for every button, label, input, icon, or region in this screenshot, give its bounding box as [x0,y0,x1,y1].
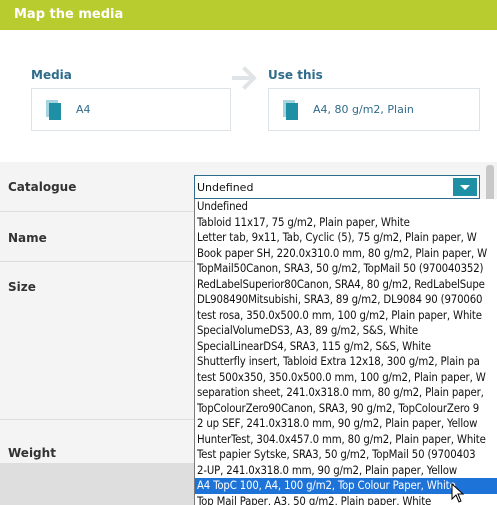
dropdown-option[interactable]: 2-UP, 241.0x318.0 mm, 90 g/m2, Plain pap… [195,463,497,479]
chevron-down-icon [460,185,470,190]
dropdown-option[interactable]: RedLabelSuperior80Canon, SRA4, 80 g/m2, … [195,277,497,293]
arrow-right-icon [232,66,257,90]
dropdown-option[interactable]: Undefined [195,199,497,215]
catalogue-label: Catalogue [8,180,77,194]
document-stack-icon [283,100,299,120]
target-media-box[interactable]: A4, 80 g/m2, Plain [268,88,480,131]
target-media-value: A4, 80 g/m2, Plain [313,103,414,116]
use-this-label: Use this [268,68,323,82]
media-label: Media [31,68,72,82]
dropdown-option[interactable]: SpecialLinearDS4, SRA3, 115 g/m2, S&S, W… [195,339,497,355]
dropdown-option[interactable]: Tabloid 11x17, 75 g/m2, Plain paper, Whi… [195,215,497,231]
dropdown-option[interactable]: Test papier Sytske, SRA3, 50 g/m2, TopMa… [195,447,497,463]
dropdown-option[interactable]: test 500x350, 350.0x500.0 mm, 100 g/m2, … [195,370,497,386]
dropdown-option[interactable]: 2 up SEF, 241.0x318.0 mm, 90 g/m2, Plain… [195,416,497,432]
weight-label: Weight [8,446,56,460]
dropdown-toggle-button[interactable] [453,178,477,196]
dropdown-option[interactable]: TopColourZero90Canon, SRA3, 90 g/m2, Top… [195,401,497,417]
dropdown-option[interactable]: HunterTest, 304.0x457.0 mm, 80 g/m2, Pla… [195,432,497,448]
dropdown-option[interactable]: TopMail50Canon, SRA3, 50 g/m2, TopMail 5… [195,261,497,277]
dropdown-option[interactable]: separation sheet, 241.0x318.0 mm, 80 g/m… [195,385,497,401]
dropdown-option[interactable]: Book paper SH, 220.0x310.0 mm, 80 g/m2, … [195,246,497,262]
dropdown-option[interactable]: Letter tab, 9x11, Tab, Cyclic (5), 75 g/… [195,230,497,246]
catalogue-selected-value: Undefined [197,181,254,194]
media-mapping-panel: Media Use this A4 A4, 80 g/m2, Plain [0,30,497,162]
source-media-box: A4 [31,88,231,131]
dropdown-option[interactable]: SpecialVolumeDS3, A3, 89 g/m2, S&S, Whit… [195,323,497,339]
dialog-title: Map the media [0,0,497,30]
dropdown-option[interactable]: Shutterfly insert, Tabloid Extra 12x18, … [195,354,497,370]
catalogue-select[interactable]: Undefined [194,175,480,199]
mouse-pointer-icon [451,483,465,503]
catalogue-dropdown-list[interactable]: Undefined Tabloid 11x17, 75 g/m2, Plain p… [194,199,497,505]
document-stack-icon [46,100,62,120]
dropdown-option[interactable]: DL908490Mitsubishi, SRA3, 89 g/m2, DL908… [195,292,497,308]
dropdown-option[interactable]: test rosa, 350.0x500.0 mm, 100 g/m2, Pla… [195,308,497,324]
size-label: Size [8,280,36,294]
source-media-value: A4 [76,103,91,116]
name-label: Name [8,231,47,245]
